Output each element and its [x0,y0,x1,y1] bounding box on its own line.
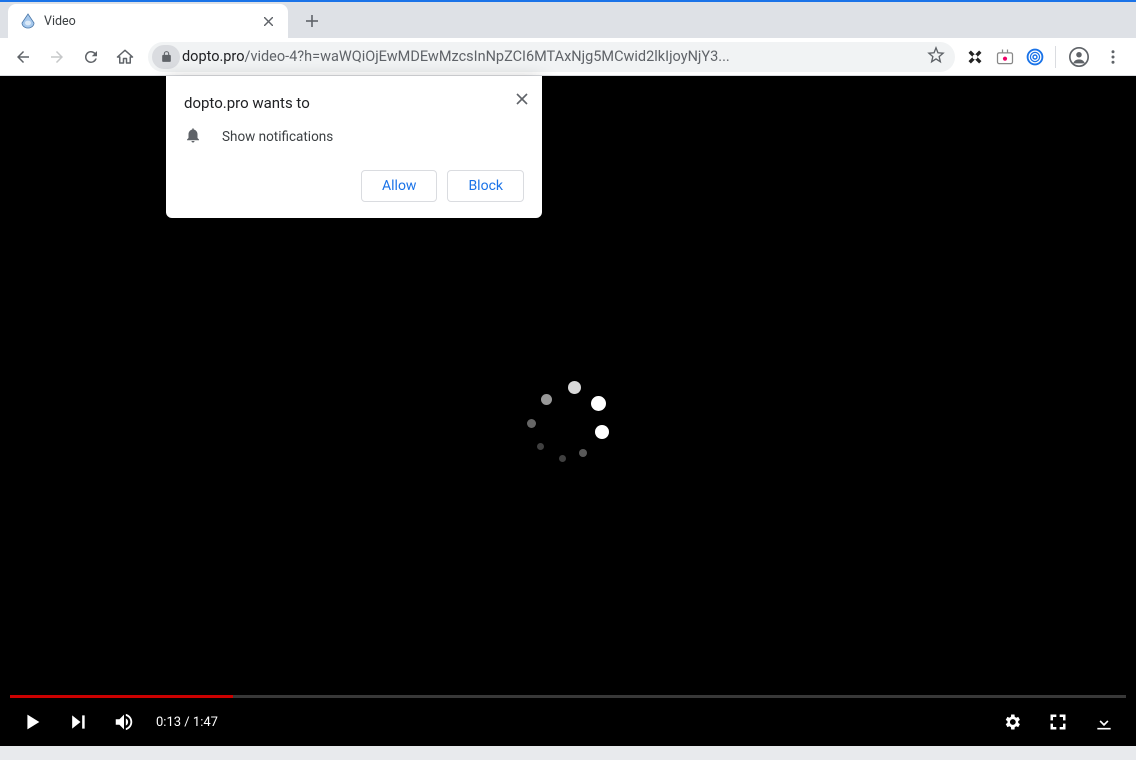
reload-button[interactable] [74,40,108,74]
lock-icon [152,45,180,69]
back-button[interactable] [6,40,40,74]
block-button[interactable]: Block [447,170,524,202]
bell-icon [184,126,204,148]
volume-button[interactable] [106,704,142,740]
loading-spinner-icon [523,381,613,471]
home-button[interactable] [108,40,142,74]
new-tab-button[interactable] [298,7,326,35]
tab-title: Video [44,14,260,29]
fullscreen-button[interactable] [1040,704,1076,740]
toolbar: dopto.pro/video-4?h=waWQiOjEwMDEwMzcsInN… [0,38,1136,76]
dialog-title: dopto.pro wants to [184,94,524,112]
dialog-request-text: Show notifications [222,129,333,145]
extension-icon-3[interactable] [1025,47,1045,67]
page-content: dopto.pro wants to Show notifications Al… [0,76,1136,746]
extension-icon-1[interactable] [965,47,985,67]
bookmark-button[interactable] [927,46,945,68]
menu-button[interactable] [1096,40,1130,74]
play-button[interactable] [14,704,50,740]
dialog-close-button[interactable] [516,90,528,109]
separator [1055,46,1056,68]
browser-tab[interactable]: Video [8,4,288,38]
next-button[interactable] [60,704,96,740]
extension-icon-2[interactable] [995,47,1015,67]
url-text: dopto.pro/video-4?h=waWQiOjEwMDEwMzcsInN… [182,48,919,65]
download-button[interactable] [1086,704,1122,740]
forward-button [40,40,74,74]
allow-button[interactable]: Allow [361,170,437,202]
settings-button[interactable] [994,704,1030,740]
player-time: 0:13 / 1:47 [156,715,218,730]
favicon-icon [20,13,36,29]
player-controls: 0:13 / 1:47 [0,698,1136,746]
permission-dialog: dopto.pro wants to Show notifications Al… [166,76,542,218]
tab-close-button[interactable] [260,13,276,29]
address-bar[interactable]: dopto.pro/video-4?h=waWQiOjEwMDEwMzcsInN… [148,42,955,72]
tabstrip: Video [0,2,1136,38]
profile-button[interactable] [1062,40,1096,74]
